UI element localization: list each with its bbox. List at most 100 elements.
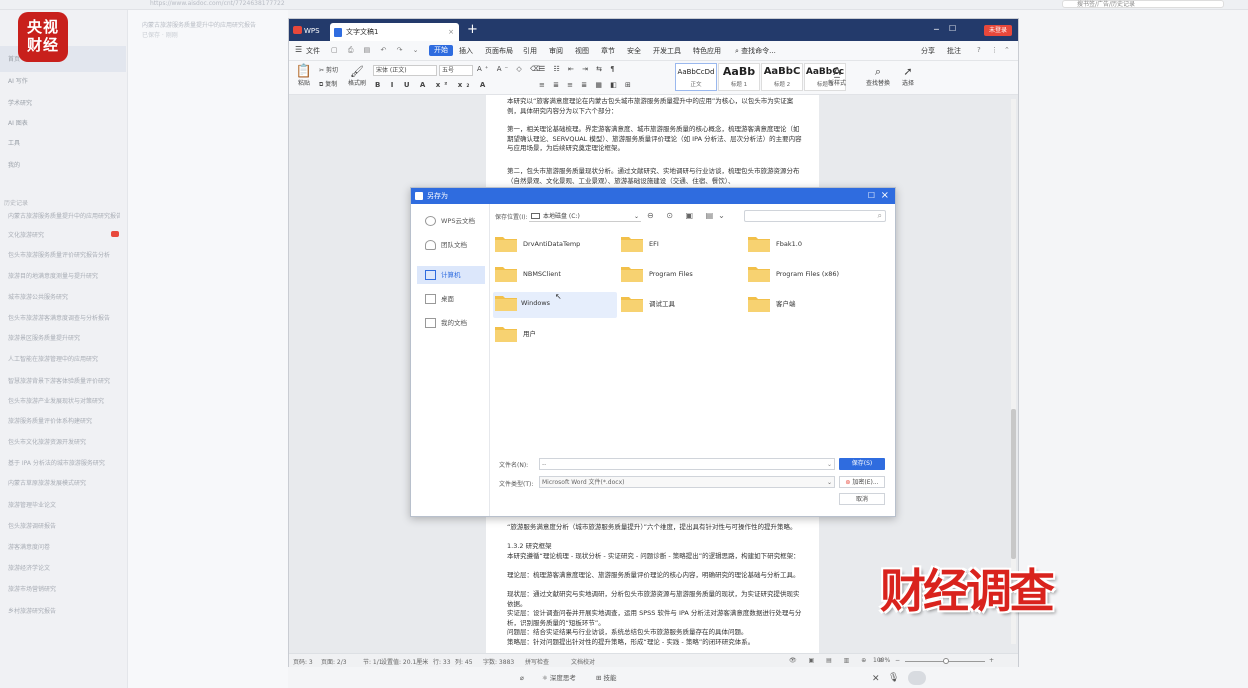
font-format-tools[interactable]: B I U A x² x₂ A: [375, 81, 489, 89]
zoom-in-button[interactable]: +: [989, 657, 994, 664]
maximize-icon[interactable]: ☐: [868, 188, 875, 204]
folder-item[interactable]: Fbak1.0: [748, 233, 866, 255]
folder-item[interactable]: 用户: [495, 323, 613, 345]
maximize-icon[interactable]: ☐: [949, 24, 956, 33]
command-search[interactable]: ⌕ 查找命令...: [735, 46, 776, 56]
comment-button[interactable]: 批注: [947, 46, 961, 56]
recent-item[interactable]: 包头市文化旅游资源开发研究: [8, 437, 120, 446]
sidebar-item-tools[interactable]: 工具: [8, 138, 118, 147]
attachment-icon[interactable]: ⌀: [520, 674, 524, 682]
sidebar-item-my-docs[interactable]: 我的文档: [417, 314, 485, 332]
folder-item[interactable]: Program Files: [621, 263, 739, 285]
nav-buttons[interactable]: ⊖ ⊙ ▣ ▤⌄: [647, 211, 730, 220]
browser-search-input[interactable]: 搜书签/广告/历史记录: [1062, 0, 1224, 8]
style-heading-1[interactable]: AaBb 标题 1: [718, 63, 760, 91]
recent-item[interactable]: 旅游市场营销研究: [8, 584, 120, 593]
recent-item[interactable]: 城市旅游公共服务研究: [8, 292, 120, 301]
recent-item[interactable]: 旅游管理毕业论文: [8, 500, 120, 509]
save-button[interactable]: 保存(S): [839, 458, 885, 470]
font-size-tools[interactable]: A⁺ A⁻ ◇ ⌫: [477, 65, 543, 73]
cancel-button[interactable]: 取消: [839, 493, 885, 505]
sidebar-item-research[interactable]: 学术研究: [8, 98, 118, 107]
close-icon[interactable]: ×: [448, 23, 454, 41]
skills-button[interactable]: ⊞ 技能: [596, 674, 617, 682]
folder-item[interactable]: Program Files (x86): [748, 263, 866, 285]
help-icon[interactable]: ?: [977, 46, 981, 54]
microphone-icon[interactable]: 🎙: [888, 673, 899, 683]
recent-item[interactable]: 包头旅游调研报告: [8, 521, 120, 530]
sidebar-item-ai-write[interactable]: AI 写作: [8, 76, 118, 85]
style-heading-2[interactable]: AaBbC 标题 2: [761, 63, 803, 91]
folder-item[interactable]: NBMSClient: [495, 263, 613, 285]
sidebar-item-computer[interactable]: 计算机: [417, 266, 485, 284]
filetype-select[interactable]: Microsoft Word 文件(*.docx) ⌄: [539, 476, 835, 488]
location-select[interactable]: 本地磁盘 (C:) ⌄: [529, 211, 641, 222]
sidebar-item-wps-cloud[interactable]: WPS云文档: [417, 212, 485, 230]
filename-input[interactable]: -- ⌄: [539, 458, 835, 470]
close-icon[interactable]: ✕: [872, 674, 880, 684]
file-search-input[interactable]: ⌕: [744, 210, 886, 222]
recent-item[interactable]: 内蒙古草原旅游发展模式研究: [8, 478, 120, 487]
new-style-button[interactable]: A̲ 新样式: [822, 65, 852, 87]
recent-item[interactable]: 文化旅游研究: [8, 230, 120, 239]
hamburger-icon[interactable]: ☰: [295, 45, 302, 54]
zoom-out-button[interactable]: −: [895, 657, 900, 664]
find-replace-button[interactable]: ⌕ 查找替换: [863, 65, 893, 87]
recent-item[interactable]: 智慧旅游背景下游客体验质量评价研究: [8, 376, 120, 385]
font-size-select[interactable]: 五号: [439, 65, 473, 76]
menu-insert[interactable]: 插入: [459, 46, 473, 56]
recent-item[interactable]: 旅游服务质量评价体系构建研究: [8, 416, 120, 425]
zoom-level[interactable]: 100%: [873, 657, 890, 664]
recent-item[interactable]: 旅游目的地满意度测量与提升研究: [8, 271, 120, 280]
select-button[interactable]: ➚ 选择: [897, 65, 919, 87]
format-painter-button[interactable]: 🖌 格式刷: [345, 65, 369, 87]
zoom-slider-handle[interactable]: [943, 658, 949, 664]
quick-access-icons[interactable]: ▢ ⎙ ▤ ↶ ↷ ⌄: [331, 46, 423, 55]
recent-item[interactable]: 旅游景区服务质量提升研究: [8, 333, 120, 342]
recent-item[interactable]: 旅游经济学论文: [8, 563, 120, 572]
sidebar-item-desktop[interactable]: 桌面: [417, 290, 485, 308]
recent-item[interactable]: 包头市旅游服务质量评价研究报告分析: [8, 250, 120, 259]
sidebar-item-team-docs[interactable]: 团队文档: [417, 236, 485, 254]
recent-item[interactable]: 包头市旅游产业发展现状与对策研究: [8, 396, 120, 405]
recent-item[interactable]: 包头市旅游游客满意度调查与分析报告: [8, 313, 120, 322]
cut-button[interactable]: ✂ 剪切: [319, 65, 338, 74]
folder-item-hover[interactable]: Windows ↖: [493, 292, 617, 318]
collapse-ribbon-icon[interactable]: ⌃: [1004, 46, 1010, 54]
folder-item[interactable]: 调试工具: [621, 293, 739, 315]
minimize-icon[interactable]: ─: [934, 25, 939, 34]
menu-page-layout[interactable]: 页面布局: [485, 46, 513, 56]
recent-item[interactable]: 人工智能在旅游管理中的应用研究: [8, 354, 120, 363]
font-name-select[interactable]: 宋体 (正文): [373, 65, 437, 76]
recent-item[interactable]: 乡村旅游研究报告: [8, 606, 120, 615]
menu-references[interactable]: 引用: [523, 46, 537, 56]
status-words[interactable]: 字数: 3883: [483, 657, 514, 666]
sidebar-item-charts[interactable]: AI 图表: [8, 118, 118, 127]
sidebar-item-mine[interactable]: 我的: [8, 160, 118, 169]
recent-item[interactable]: 游客满意度问卷: [8, 542, 120, 551]
send-button[interactable]: [908, 671, 926, 685]
menu-chapter[interactable]: 章节: [601, 46, 615, 56]
close-icon[interactable]: ×: [881, 188, 889, 204]
tab-document[interactable]: 文字文稿1 ×: [330, 23, 459, 41]
style-normal[interactable]: AaBbCcDd 正文: [675, 63, 717, 91]
more-icon[interactable]: ⋮: [991, 46, 998, 54]
folder-item[interactable]: DrvAntiDataTemp: [495, 233, 613, 255]
recent-item[interactable]: 基于 IPA 分析法的城市旅游服务研究: [8, 458, 120, 467]
address-bar[interactable]: https://www.aisdoc.com/cnt/7724638177722: [150, 0, 285, 7]
menu-file[interactable]: 文件: [306, 46, 320, 56]
menu-home[interactable]: 开始: [429, 45, 453, 56]
paste-button[interactable]: 📋 粘贴: [293, 65, 315, 87]
menu-special-apps[interactable]: 特色应用: [693, 46, 721, 56]
list-tools[interactable]: ☰ ☷ ⇤ ⇥ ⇆ ¶: [539, 65, 618, 73]
recent-item[interactable]: 内蒙古旅游服务质量提升中的应用研究报告: [8, 211, 120, 220]
folder-item[interactable]: EFI: [621, 233, 739, 255]
share-button[interactable]: 分享: [921, 46, 935, 56]
status-doc-check[interactable]: 文档校对: [571, 657, 595, 666]
status-spell[interactable]: 拼写检查: [525, 657, 549, 666]
login-button[interactable]: 未登录: [984, 25, 1012, 36]
menu-dev-tools[interactable]: 开发工具: [653, 46, 681, 56]
menu-security[interactable]: 安全: [627, 46, 641, 56]
copy-button[interactable]: ⧉ 复制: [319, 79, 337, 89]
menu-review[interactable]: 审阅: [549, 46, 563, 56]
